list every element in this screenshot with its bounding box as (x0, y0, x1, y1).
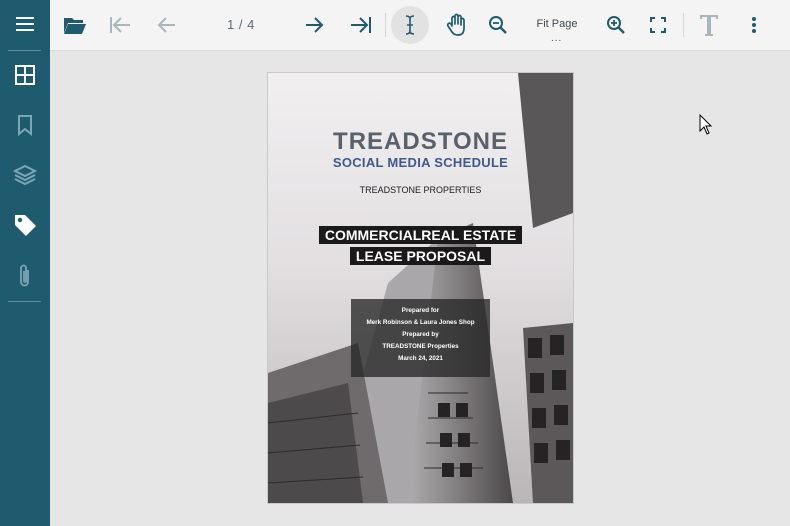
more-options-icon[interactable] (742, 0, 766, 50)
title-line-1: COMMERCIALREAL ESTATE (268, 226, 573, 245)
first-page-icon[interactable] (106, 0, 134, 50)
document-subtitle: SOCIAL MEDIA SCHEDULE (332, 155, 509, 170)
prepared-by-label: Prepared by (402, 331, 439, 338)
next-page-icon[interactable] (301, 0, 329, 50)
zoom-out-icon[interactable] (484, 0, 512, 50)
zoom-in-icon[interactable] (602, 0, 630, 50)
company-name: TREADSTONE PROPERTIES (359, 185, 482, 195)
last-page-icon[interactable] (346, 0, 376, 50)
bookmarks-icon[interactable] (0, 102, 50, 148)
tags-icon[interactable] (0, 202, 50, 248)
text-select-icon[interactable] (390, 0, 430, 50)
fit-page-dropdown[interactable]: Fit Page (528, 18, 586, 30)
prepared-info-box: Prepared for Merk Robinson & Laura Jones… (351, 299, 490, 377)
page-counter[interactable]: 1 / 4 (227, 17, 255, 32)
layers-icon[interactable] (0, 152, 50, 198)
previous-page-icon[interactable] (152, 0, 180, 50)
sidebar-divider (8, 50, 41, 51)
fullscreen-icon[interactable] (644, 0, 672, 50)
attachments-icon[interactable] (0, 253, 50, 299)
document-date: March 24, 2021 (398, 355, 443, 362)
prepared-for-label: Prepared for (401, 307, 440, 314)
fit-page-more[interactable]: ... (551, 33, 562, 44)
brand-name: TREADSTONE (333, 128, 508, 155)
sidebar-divider (8, 301, 41, 302)
toolbar-divider (385, 13, 386, 37)
prepared-for-value: Merk Robinson & Laura Jones Shop (366, 319, 475, 326)
pan-hand-icon[interactable] (442, 0, 472, 50)
top-toolbar: 1 / 4 Fit Page ... (50, 0, 790, 51)
prepared-by-value: TREADSTONE Properties (382, 343, 459, 350)
document-page[interactable]: TREADSTONE SOCIAL MEDIA SCHEDULE TREADST… (267, 72, 574, 504)
mouse-cursor-icon (699, 113, 713, 141)
left-sidebar (0, 0, 50, 526)
folder-open-icon[interactable] (60, 0, 90, 50)
thumbnails-icon[interactable] (0, 52, 50, 98)
toolbar-divider (683, 13, 684, 37)
title-line-2: LEASE PROPOSAL (268, 247, 573, 266)
menu-icon[interactable] (0, 1, 50, 47)
text-tool-icon[interactable] (694, 0, 724, 50)
